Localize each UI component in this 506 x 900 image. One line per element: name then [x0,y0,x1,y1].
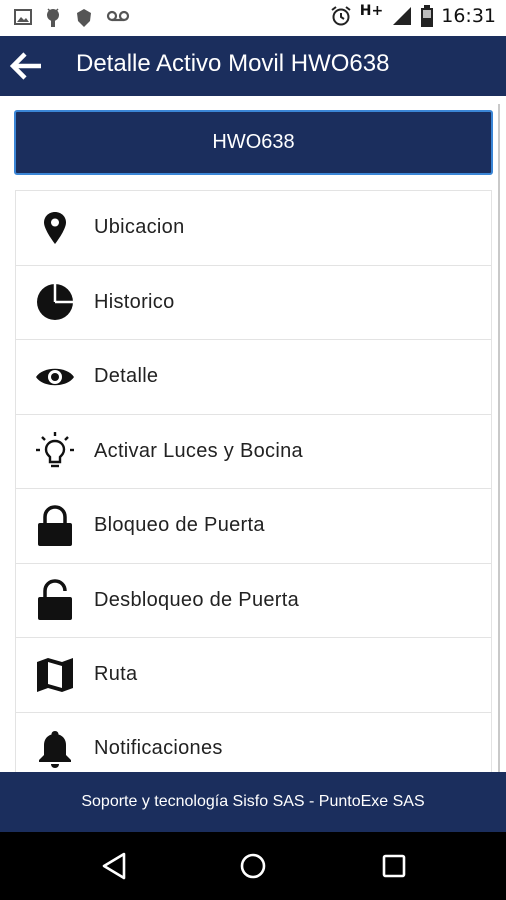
nav-home-button[interactable] [237,850,269,882]
menu-item-ubicacion[interactable]: Ubicacion [15,190,492,265]
network-type: H+ [359,3,384,19]
scrollbar[interactable] [498,104,500,772]
menu-item-label: Activar Luces y Bocina [94,439,303,462]
android-icon [47,8,59,27]
menu-item-label: Desbloqueo de Puerta [94,588,300,611]
eye-icon [16,340,94,414]
status-bar: H+ 16:31 [0,0,506,36]
lock-icon [16,489,94,563]
recents-square-icon [382,854,406,878]
menu-item-label: Detalle [94,365,159,388]
footer: Soporte y tecnología Sisfo SAS - PuntoEx… [0,772,506,832]
menu-item-label: Historico [94,290,175,313]
app-bar: Detalle Activo Movil HWO638 [0,36,506,96]
menu-item-label: Ruta [94,663,138,686]
alarm-icon [331,6,351,26]
main-content[interactable]: HWO638 Ubicacion Historico Detalle Activ… [0,96,506,772]
plate-header[interactable]: HWO638 [14,110,493,175]
bell-icon [16,712,94,772]
back-triangle-icon [102,852,126,880]
menu-item-detalle[interactable]: Detalle [15,339,492,414]
menu-item-luces-bocina[interactable]: Activar Luces y Bocina [15,413,492,488]
arrow-left-icon [9,52,41,80]
options-menu: Ubicacion Historico Detalle Activar Luce… [15,190,492,772]
nav-recents-button[interactable] [378,850,410,882]
image-icon [14,9,32,25]
signal-icon [393,7,412,25]
menu-item-label: Ubicacion [94,216,185,239]
back-button[interactable] [9,51,44,81]
clock: 16:31 [441,5,496,27]
footer-text: Soporte y tecnología Sisfo SAS - PuntoEx… [81,793,425,810]
system-status: H+ 16:31 [330,3,496,27]
voicemail-icon [106,10,130,22]
home-circle-icon [240,853,266,879]
map-icon [16,638,94,712]
nav-back-button[interactable] [98,850,130,882]
lightbulb-icon [16,414,94,488]
pie-chart-icon [16,265,94,339]
menu-item-historico[interactable]: Historico [15,264,492,339]
page-title: Detalle Activo Movil HWO638 [76,50,390,77]
menu-item-label: Bloqueo de Puerta [94,514,265,537]
battery-icon [421,5,434,27]
location-pin-icon [16,191,94,265]
menu-item-ruta[interactable]: Ruta [15,637,492,712]
unlock-icon [16,563,94,637]
menu-item-notificaciones[interactable]: Notificaciones [15,711,492,772]
menu-item-desbloqueo[interactable]: Desbloqueo de Puerta [15,562,492,637]
notification-icons [14,8,130,28]
system-navigation-bar [0,832,506,900]
menu-item-bloqueo[interactable]: Bloqueo de Puerta [15,488,492,563]
shield-icon [77,9,91,27]
menu-item-label: Notificaciones [94,737,223,760]
